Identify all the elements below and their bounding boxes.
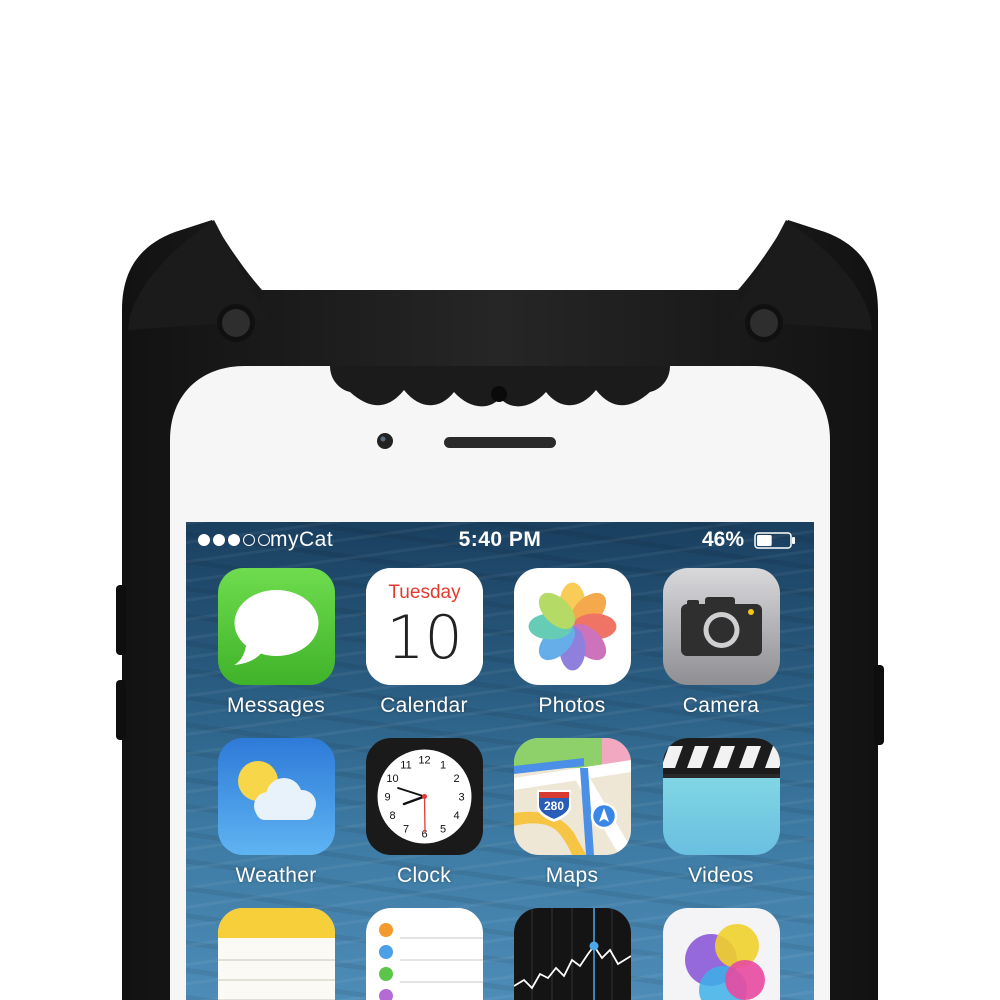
side-button-right bbox=[874, 665, 884, 745]
home-screen: myCat 5:40 PM 46% Messages Tuesday 10 Ca… bbox=[186, 522, 814, 1000]
reminders-icon bbox=[365, 908, 483, 1000]
app-label: Camera bbox=[682, 694, 760, 717]
maps-interstate-shield: 280 bbox=[543, 799, 563, 813]
app-stocks[interactable] bbox=[498, 908, 646, 1000]
calendar-icon: Tuesday 10 bbox=[365, 568, 483, 685]
app-label: Clock bbox=[396, 864, 451, 887]
app-label: Videos bbox=[688, 864, 754, 887]
app-messages[interactable]: Messages bbox=[202, 568, 350, 718]
app-game-center[interactable] bbox=[647, 908, 795, 1000]
app-notes[interactable] bbox=[202, 908, 350, 1000]
clock-number: 2 bbox=[453, 773, 459, 785]
clock-number: 11 bbox=[400, 760, 411, 772]
messages-icon bbox=[217, 568, 335, 685]
app-label: Messages bbox=[226, 694, 326, 717]
battery-icon bbox=[754, 532, 795, 549]
clock-number: 4 bbox=[453, 810, 459, 822]
app-maps[interactable]: 280 Maps bbox=[498, 738, 646, 888]
clock-number: 12 bbox=[418, 755, 430, 767]
app-clock[interactable]: 12 1 2 3 4 5 6 7 8 9 10 11 Clock bbox=[350, 738, 498, 888]
game-center-icon bbox=[662, 908, 780, 1000]
front-camera bbox=[377, 433, 393, 449]
app-weather[interactable]: Weather bbox=[202, 738, 350, 888]
clock-icon: 12 1 2 3 4 5 6 7 8 9 10 11 bbox=[365, 738, 483, 855]
clock-number: 7 bbox=[402, 824, 408, 836]
clock-number: 3 bbox=[458, 792, 464, 804]
battery-percentage: 46% bbox=[701, 528, 744, 551]
clock-number: 1 bbox=[439, 760, 445, 772]
app-label: Maps bbox=[545, 864, 599, 887]
clock-number: 8 bbox=[389, 810, 395, 822]
photos-icon bbox=[513, 568, 631, 685]
maps-icon: 280 bbox=[513, 738, 631, 855]
calendar-weekday: Tuesday bbox=[388, 582, 461, 603]
videos-icon bbox=[662, 738, 780, 855]
app-photos[interactable]: Photos bbox=[498, 568, 646, 718]
stocks-icon bbox=[513, 908, 631, 1000]
camera-icon bbox=[662, 568, 780, 685]
clock-number: 10 bbox=[386, 773, 398, 785]
clock-number: 5 bbox=[439, 824, 445, 836]
app-label: Photos bbox=[538, 694, 606, 717]
calendar-day: 10 bbox=[386, 603, 462, 673]
proximity-sensor bbox=[491, 386, 507, 402]
app-label: Calendar bbox=[380, 694, 468, 717]
weather-icon bbox=[217, 738, 335, 855]
app-label: Weather bbox=[235, 864, 317, 887]
app-videos[interactable]: Videos bbox=[647, 738, 795, 888]
status-bar: myCat 5:40 PM 46% bbox=[186, 522, 814, 558]
earpiece-speaker bbox=[444, 437, 556, 448]
side-button-left bbox=[116, 585, 126, 655]
app-reminders[interactable] bbox=[350, 908, 498, 1000]
app-calendar[interactable]: Tuesday 10 Calendar bbox=[350, 568, 498, 718]
side-button-left-2 bbox=[116, 680, 126, 740]
notes-icon bbox=[217, 908, 335, 1000]
app-camera[interactable]: Camera bbox=[647, 568, 795, 718]
clock-number: 9 bbox=[384, 792, 390, 804]
